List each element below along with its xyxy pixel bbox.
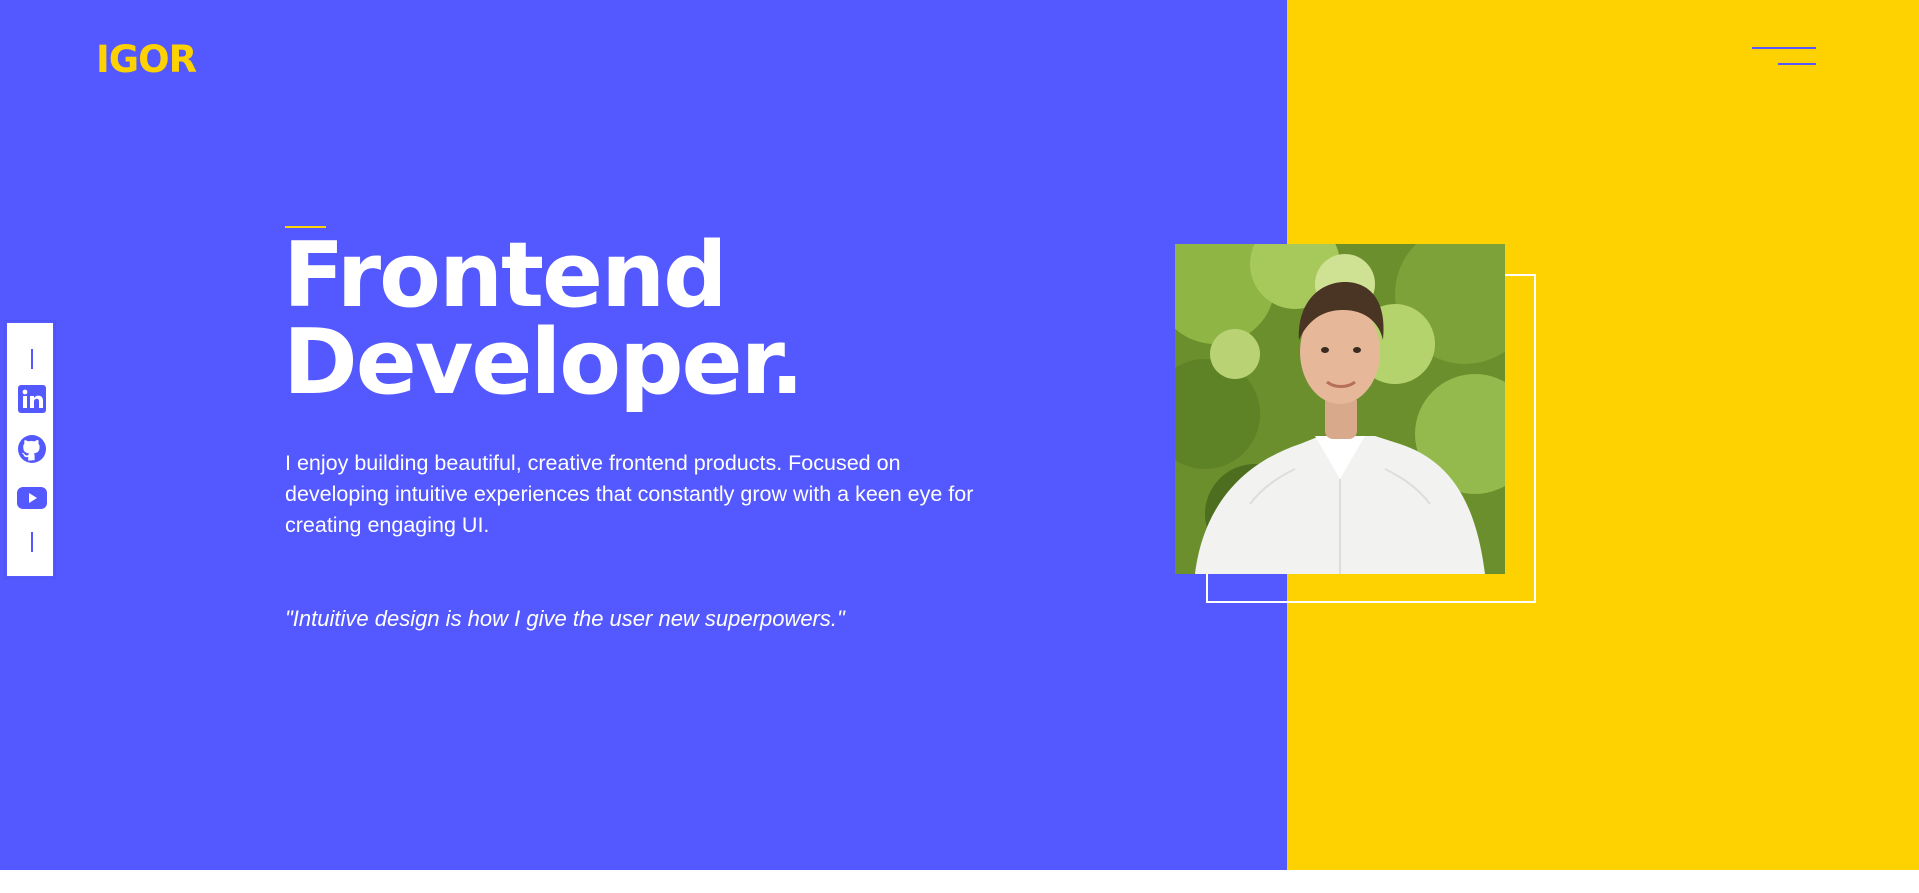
social-sidebar — [5, 321, 55, 578]
headline-line-1: Frontend — [283, 223, 728, 328]
headline-line-2: Developer. — [283, 310, 804, 415]
github-icon[interactable] — [16, 433, 48, 465]
youtube-icon[interactable] — [16, 482, 48, 514]
menu-line-bottom — [1778, 63, 1816, 65]
hero-quote: "Intuitive design is how I give the user… — [285, 606, 845, 631]
linkedin-icon[interactable] — [16, 383, 48, 415]
portrait-photo — [1175, 244, 1505, 574]
social-divider-bottom — [31, 532, 33, 552]
hero-headline: Frontend Developer. — [283, 223, 804, 415]
hero-intro: I enjoy building beautiful, creative fro… — [285, 451, 974, 537]
hamburger-menu-icon[interactable] — [1748, 42, 1818, 72]
site-logo[interactable]: IGOR — [96, 38, 197, 82]
hero-primary-panel — [0, 0, 1287, 870]
social-divider-top — [31, 349, 33, 369]
menu-line-top — [1752, 47, 1816, 49]
